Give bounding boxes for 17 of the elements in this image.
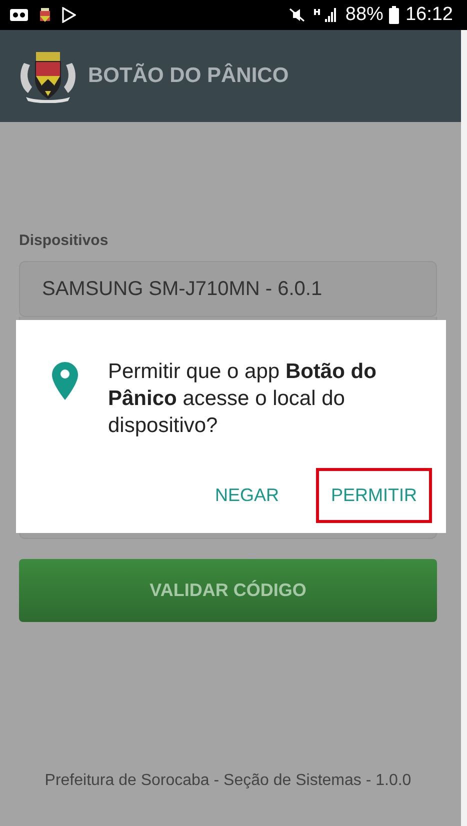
mute-icon: [287, 7, 308, 23]
battery-icon: [389, 6, 400, 24]
location-pin-icon: [52, 362, 78, 400]
emblem-icon: [37, 7, 53, 23]
dialog-message: Permitir que o app Botão do Pânico acesse o local do dispositivo?: [108, 359, 378, 439]
device-field[interactable]: SAMSUNG SM-J710MN - 6.0.1: [19, 261, 437, 317]
dialog-button[interactable]: PERMITIR: [316, 468, 432, 523]
battery-percent: 88%: [345, 4, 384, 26]
app-title: BOTÃO DO PÂNICO: [88, 64, 289, 88]
emblem-drawing: [18, 49, 78, 103]
dialog-button[interactable]: NEGAR: [200, 468, 294, 523]
clock: 16:12: [405, 4, 453, 26]
voicemail-icon: [10, 9, 28, 21]
play-store-icon: [62, 7, 76, 23]
footer-text: Prefeitura de Sorocaba - Seção de Sistemas - 1.0.0: [44, 772, 412, 790]
validate-button[interactable]: VALIDAR CÓDIGO: [19, 559, 437, 622]
field-label: Dispositivos: [19, 232, 110, 249]
